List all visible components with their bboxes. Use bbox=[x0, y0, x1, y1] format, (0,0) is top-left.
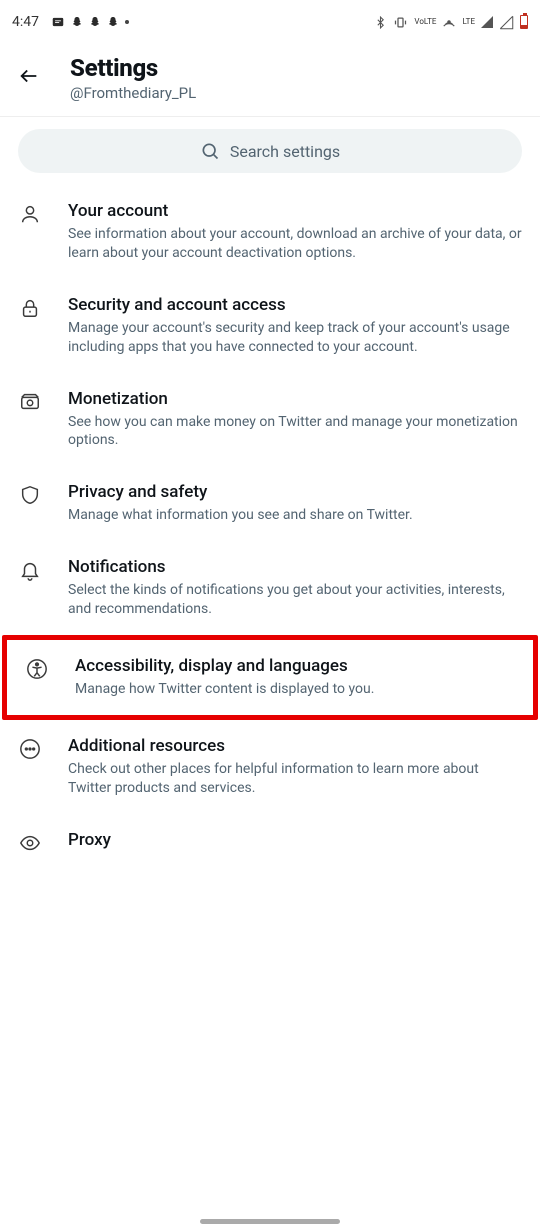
accessibility-icon bbox=[25, 656, 49, 680]
item-description: Manage what information you see and shar… bbox=[68, 506, 522, 525]
settings-item-person[interactable]: Your account See information about your a… bbox=[0, 185, 540, 279]
item-text: Your account See information about your a… bbox=[68, 201, 522, 263]
item-description: See how you can make money on Twitter an… bbox=[68, 413, 522, 451]
bluetooth-icon bbox=[374, 16, 387, 29]
search-input[interactable]: Search settings bbox=[18, 129, 522, 173]
search-icon bbox=[200, 141, 220, 161]
item-description: Manage your account's security and keep … bbox=[68, 319, 522, 357]
status-right: VoLTE LTE bbox=[374, 15, 528, 30]
status-bar: 4:47 VoLTE LTE bbox=[0, 0, 540, 44]
vibrate-icon bbox=[393, 15, 408, 30]
item-description: See information about your account, down… bbox=[68, 225, 522, 263]
settings-item-bell[interactable]: Notifications Select the kinds of notific… bbox=[0, 541, 540, 635]
status-notification-icons bbox=[51, 15, 129, 29]
signal-icon bbox=[481, 16, 493, 28]
status-left: 4:47 bbox=[12, 14, 129, 30]
shield-icon bbox=[18, 482, 42, 506]
arrow-left-icon bbox=[18, 65, 40, 87]
item-title: Notifications bbox=[68, 557, 522, 577]
settings-item-accessibility[interactable]: Accessibility, display and languages Mana… bbox=[2, 635, 538, 720]
settings-item-lock[interactable]: Security and account access Manage your a… bbox=[0, 279, 540, 373]
item-text: Privacy and safety Manage what informatio… bbox=[68, 482, 522, 525]
header-text: Settings @Fromthediary_PL bbox=[70, 54, 196, 102]
item-title: Your account bbox=[68, 201, 522, 221]
item-title: Proxy bbox=[68, 830, 522, 850]
item-text: Security and account access Manage your a… bbox=[68, 295, 522, 357]
item-text: Accessibility, display and languages Mana… bbox=[75, 656, 515, 699]
settings-list: Your account See information about your a… bbox=[0, 179, 540, 870]
search-placeholder: Search settings bbox=[230, 142, 340, 161]
eye-icon bbox=[18, 830, 42, 854]
item-title: Additional resources bbox=[68, 736, 522, 756]
money-icon bbox=[18, 389, 42, 413]
settings-item-eye[interactable]: Proxy bbox=[0, 814, 540, 870]
snapchat-icon bbox=[107, 15, 119, 29]
hotspot-icon bbox=[442, 15, 456, 29]
settings-item-shield[interactable]: Privacy and safety Manage what informatio… bbox=[0, 466, 540, 541]
item-title: Monetization bbox=[68, 389, 522, 409]
page-title: Settings bbox=[70, 54, 196, 82]
volte-indicator: VoLTE bbox=[414, 18, 436, 26]
bell-icon bbox=[18, 557, 42, 581]
item-text: Notifications Select the kinds of notific… bbox=[68, 557, 522, 619]
battery-icon bbox=[520, 15, 528, 29]
home-indicator[interactable] bbox=[200, 1219, 340, 1224]
page-subtitle: @Fromthediary_PL bbox=[70, 84, 196, 102]
item-description: Check out other places for helpful infor… bbox=[68, 760, 522, 798]
more-icon bbox=[18, 736, 42, 760]
app-header: Settings @Fromthediary_PL bbox=[0, 44, 540, 117]
settings-item-money[interactable]: Monetization See how you can make money o… bbox=[0, 373, 540, 467]
item-text: Additional resources Check out other plac… bbox=[68, 736, 522, 798]
settings-item-more[interactable]: Additional resources Check out other plac… bbox=[0, 720, 540, 814]
snapchat-icon bbox=[89, 15, 101, 29]
item-title: Accessibility, display and languages bbox=[75, 656, 515, 676]
message-icon bbox=[51, 15, 65, 29]
status-time: 4:47 bbox=[12, 14, 39, 30]
lte-indicator: LTE bbox=[462, 18, 475, 26]
lock-icon bbox=[18, 295, 42, 319]
no-signal-icon bbox=[499, 15, 514, 30]
item-text: Proxy bbox=[68, 830, 522, 850]
item-title: Privacy and safety bbox=[68, 482, 522, 502]
item-description: Select the kinds of notifications you ge… bbox=[68, 581, 522, 619]
back-button[interactable] bbox=[18, 65, 40, 91]
person-icon bbox=[18, 201, 42, 225]
snapchat-icon bbox=[71, 15, 83, 29]
more-notifications-dot bbox=[125, 20, 129, 24]
item-text: Monetization See how you can make money o… bbox=[68, 389, 522, 451]
item-description: Manage how Twitter content is displayed … bbox=[75, 680, 515, 699]
search-container: Search settings bbox=[0, 117, 540, 179]
item-title: Security and account access bbox=[68, 295, 522, 315]
